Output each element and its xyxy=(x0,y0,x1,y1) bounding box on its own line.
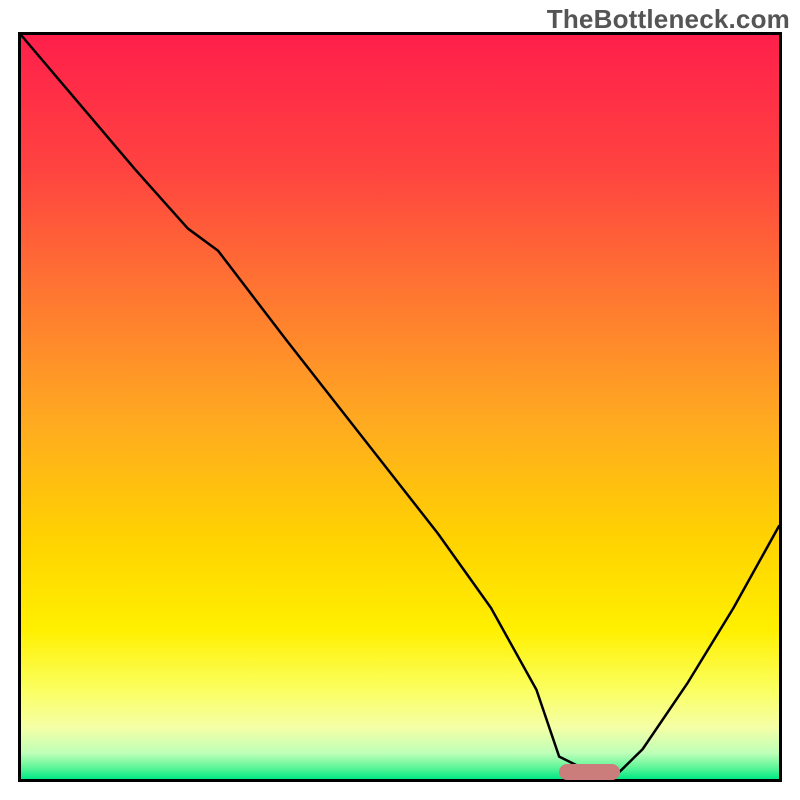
plot-area xyxy=(18,32,782,782)
watermark-text: TheBottleneck.com xyxy=(547,4,790,35)
curve-line xyxy=(21,35,779,779)
optimal-range-marker xyxy=(559,764,620,780)
chart-container: TheBottleneck.com xyxy=(0,0,800,800)
